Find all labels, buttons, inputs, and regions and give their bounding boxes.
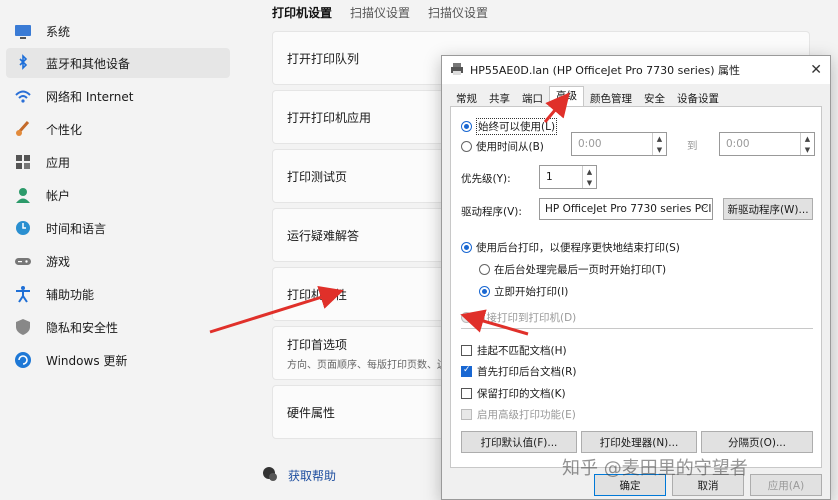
update-icon [14,351,32,369]
separator-page-button[interactable]: 分隔页(O)... [701,431,813,453]
printer-tabs: 打印机设置 扫描仪设置 扫描仪设置 [272,0,488,26]
apps-icon [14,153,32,171]
priority-stepper[interactable]: 1 ▲ ▼ [539,165,597,189]
checkbox-box [461,365,472,377]
keep-printed-label: 保留打印的文档(K) [477,388,566,400]
advanced-features-checkbox[interactable]: 启用高级打印功能(E) [461,407,576,422]
new-driver-button[interactable]: 新驱动程序(W)... [723,198,813,220]
printer-icon [450,62,464,79]
use-time-label: 使用时间从(B) [476,141,544,153]
divider [461,328,813,329]
brush-icon [14,120,32,138]
gamepad-icon [14,252,32,270]
nav-item-accounts[interactable]: 帐户 [6,180,230,210]
nav-item-system[interactable]: 系统 [6,16,230,46]
print-spooled-first-label: 首先打印后台文档(R) [477,366,577,378]
dialog-title: HP55AE0D.lan (HP OfficeJet Pro 7730 seri… [470,64,741,77]
chevron-down-icon: ⌵ [701,202,708,212]
spool-immediate-radio[interactable]: 立即开始打印(I) [479,284,568,299]
nav-item-label: 个性化 [46,122,83,137]
spool-label: 使用后台打印，以便程序更快地结束打印(S) [476,242,680,254]
monitor-icon [14,22,32,40]
stepper-arrows-icon[interactable]: ▲ ▼ [800,133,814,155]
nav-item-label: 网络和 Internet [46,89,134,104]
always-available-label: 始终可以使用(L) [476,118,558,135]
get-help-label: 获取帮助 [288,469,337,483]
print-processor-button[interactable]: 打印处理器(N)... [581,431,697,453]
nav-item-personalization[interactable]: 个性化 [6,114,230,144]
wifi-icon [14,87,32,105]
spool-radio[interactable]: 使用后台打印，以便程序更快地结束打印(S) [461,240,680,255]
settings-nav: 系统 蓝牙和其他设备 网络和 Internet 个性化 应用 帐户 时间和语言 … [0,0,240,500]
checkbox-box [461,409,472,420]
spool-after-last-page-radio[interactable]: 在后台处理完最后一页时开始打印(T) [479,262,666,277]
stepper-arrows-icon[interactable]: ▲ ▼ [582,166,596,188]
help-icon [262,466,278,485]
use-time-radio[interactable]: 使用时间从(B) [461,139,544,154]
nav-item-label: 应用 [46,155,71,170]
time-to-value: 0:00 [726,138,750,150]
nav-item-label: 游戏 [46,254,71,269]
driver-value: HP OfficeJet Pro 7730 series PCI [545,203,712,215]
nav-item-bluetooth[interactable]: 蓝牙和其他设备 [6,48,230,78]
accessibility-icon [14,285,32,303]
stepper-arrows-icon[interactable]: ▲ ▼ [652,133,666,155]
bluetooth-icon [14,54,32,72]
radio-dot [479,286,490,297]
nav-item-label: 蓝牙和其他设备 [46,56,131,71]
nav-item-label: Windows 更新 [46,353,128,368]
close-icon[interactable]: ✕ [810,62,822,78]
advanced-panel: 始终可以使用(L) 使用时间从(B) 0:00 ▲ ▼ 到 0:00 ▲ ▼ 优先级… [450,106,822,468]
time-from-value: 0:00 [578,138,602,150]
nav-item-label: 辅助功能 [46,287,95,302]
time-from-stepper[interactable]: 0:00 ▲ ▼ [571,132,667,156]
direct-print-label: 直接打印到打印机(D) [476,312,577,324]
checkbox-box [461,388,472,399]
tab-scanner-settings-2[interactable]: 扫描仪设置 [428,0,488,26]
spool-immediate-label: 立即开始打印(I) [494,286,569,298]
priority-value: 1 [546,171,553,183]
get-help-link[interactable]: 获取帮助 [262,466,336,485]
radio-dot [461,312,472,323]
nav-item-accessibility[interactable]: 辅助功能 [6,279,230,309]
always-available-radio[interactable]: 始终可以使用(L) [461,118,558,135]
priority-label: 优先级(Y): [461,173,511,185]
nav-item-apps[interactable]: 应用 [6,147,230,177]
nav-item-privacy[interactable]: 隐私和安全性 [6,312,230,342]
spool-after-last-label: 在后台处理完最后一页时开始打印(T) [494,264,667,276]
nav-item-label: 时间和语言 [46,221,107,236]
radio-dot [461,242,472,253]
print-spooled-first-checkbox[interactable]: 首先打印后台文档(R) [461,364,577,379]
checkbox-box [461,345,472,356]
nav-item-windows-update[interactable]: Windows 更新 [6,345,230,375]
account-icon [14,186,32,204]
hold-mismatched-label: 挂起不匹配文档(H) [477,345,567,357]
nav-item-label: 隐私和安全性 [46,320,119,335]
nav-item-label: 系统 [46,24,71,39]
nav-item-label: 帐户 [46,188,71,203]
tab-printer-settings[interactable]: 打印机设置 [272,0,332,26]
driver-label: 驱动程序(V): [461,206,522,218]
nav-item-time-language[interactable]: 时间和语言 [6,213,230,243]
hold-mismatched-checkbox[interactable]: 挂起不匹配文档(H) [461,343,567,358]
nav-item-gaming[interactable]: 游戏 [6,246,230,276]
apply-button[interactable]: 应用(A) [750,474,822,496]
advanced-features-label: 启用高级打印功能(E) [477,409,576,421]
radio-dot [461,121,472,132]
to-label: 到 [687,140,698,152]
keep-printed-checkbox[interactable]: 保留打印的文档(K) [461,386,566,401]
dialog-titlebar[interactable]: HP55AE0D.lan (HP OfficeJet Pro 7730 seri… [442,56,830,84]
radio-dot [461,141,472,152]
driver-select[interactable]: HP OfficeJet Pro 7730 series PCI ⌵ [539,198,713,220]
direct-print-radio[interactable]: 直接打印到打印机(D) [461,310,576,325]
print-defaults-button[interactable]: 打印默认值(F)... [461,431,577,453]
tab-scanner-settings[interactable]: 扫描仪设置 [350,0,410,26]
globe-clock-icon [14,219,32,237]
shield-icon [14,318,32,336]
radio-dot [479,264,490,275]
nav-item-network[interactable]: 网络和 Internet [6,81,230,111]
watermark: 知乎 @麦田里的守望者 [562,458,748,479]
printer-properties-dialog: HP55AE0D.lan (HP OfficeJet Pro 7730 seri… [441,55,831,500]
time-to-stepper[interactable]: 0:00 ▲ ▼ [719,132,815,156]
